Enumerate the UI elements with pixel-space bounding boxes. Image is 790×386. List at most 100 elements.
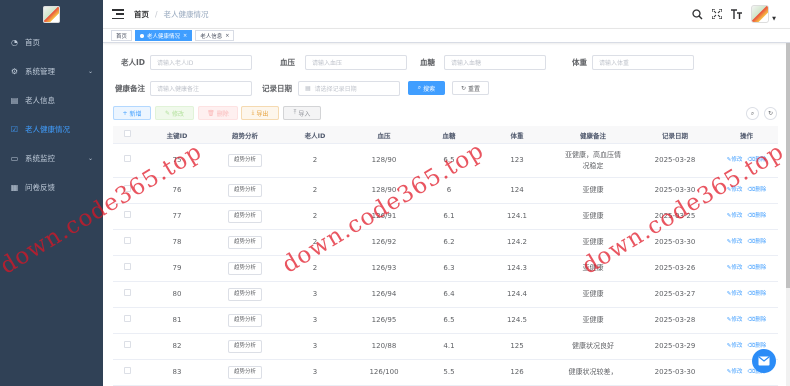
weight-input[interactable]: 请输入体重 [592, 54, 694, 70]
trend-analysis-button[interactable]: 趋势分析 [227, 313, 262, 328]
trend-analysis-button[interactable]: 趋势分析 [227, 287, 262, 302]
tag-elder-info[interactable]: 老人信息 × [195, 30, 235, 41]
column-header[interactable]: 操作 [715, 130, 778, 140]
logo[interactable] [43, 5, 60, 23]
column-header[interactable]: 体重 [483, 130, 551, 140]
row-checkbox[interactable] [123, 341, 131, 349]
elder-id-input[interactable]: 请输入老人ID [150, 54, 252, 70]
trend-analysis-button[interactable]: 趋势分析 [227, 339, 262, 354]
avatar[interactable] [751, 5, 770, 23]
trend-analysis-button[interactable]: 趋势分析 [227, 235, 262, 250]
sidebar-item[interactable]: ☑ 老人健康情况 [0, 115, 103, 144]
table-row[interactable]: 75 趋势分析 2 128/90 6.5 123 亚健康，高血压情况稳定 2025-03-28… [113, 144, 778, 178]
sugar-cell: 6.1 [443, 212, 455, 221]
add-button[interactable]: + 新增 [113, 106, 151, 120]
elder-id-cell: 2 [312, 264, 318, 273]
trend-analysis-button[interactable]: 趋势分析 [227, 365, 262, 380]
row-edit-link[interactable]: ✎修改 [727, 343, 743, 351]
row-delete-link[interactable]: ⌫删除 [747, 157, 766, 165]
caret-down-icon[interactable]: ▼ [772, 16, 776, 22]
sidebar-item[interactable]: ▤ 老人信息 [0, 86, 103, 115]
row-edit-link[interactable]: ✎修改 [727, 213, 743, 221]
row-edit-link[interactable]: ✎修改 [727, 239, 743, 247]
toggle-search-button[interactable]: ⌕ [746, 107, 759, 120]
elder-id-cell: 2 [312, 156, 318, 165]
sidebar-item[interactable]: ▦ 问卷反馈 [0, 173, 103, 202]
grid-icon: ▦ [10, 183, 19, 192]
date-input[interactable]: ▦ 请选择记录日期 [298, 80, 400, 96]
row-delete-link[interactable]: ⌫删除 [747, 213, 766, 221]
row-edit-label: 修改 [731, 186, 743, 193]
sidebar-item[interactable]: ◔ 首页 [0, 28, 103, 57]
tag-home[interactable]: 首页 [111, 30, 133, 41]
row-edit-link[interactable]: ✎修改 [727, 157, 743, 165]
sidebar-item[interactable]: ⚙ 系统管理 ⌄ [0, 57, 103, 86]
column-header[interactable]: 血压 [353, 130, 415, 140]
row-checkbox[interactable] [123, 185, 131, 193]
close-icon[interactable]: × [183, 33, 187, 39]
monitor-icon: ▭ [10, 154, 19, 163]
table-row[interactable]: 76 趋势分析 2 128/90 6 124 亚健康 2025-03-30 ✎修改 ⌫删除 [113, 178, 778, 204]
column-header[interactable]: 血糖 [415, 130, 483, 140]
search-button[interactable]: ⌕ 搜索 [408, 81, 445, 95]
edit-button[interactable]: ✎ 修改 [155, 106, 194, 120]
row-checkbox[interactable] [123, 211, 131, 219]
row-delete-link[interactable]: ⌫删除 [747, 317, 766, 325]
refresh-button[interactable]: ↻ [764, 107, 777, 120]
plus-icon: + [122, 109, 128, 117]
tag-health[interactable]: 老人健康情况 × [135, 30, 193, 41]
column-header[interactable]: 主键ID [141, 130, 213, 140]
column-header[interactable]: 老人ID [277, 130, 353, 140]
row-delete-link[interactable]: ⌫删除 [747, 291, 766, 299]
row-checkbox[interactable] [123, 237, 131, 245]
reset-button[interactable]: ↻ 重置 [452, 81, 489, 95]
row-delete-link[interactable]: ⌫删除 [747, 187, 766, 195]
chat-float-button[interactable] [752, 349, 776, 373]
row-delete-link[interactable]: ⌫删除 [747, 239, 766, 247]
fullscreen-icon[interactable] [712, 9, 723, 19]
row-edit-link[interactable]: ✎修改 [727, 265, 743, 273]
table-row[interactable]: 78 趋势分析 2 126/92 6.2 124.2 亚健康 2025-03-30 ✎修改 ⌫删除 [113, 230, 778, 256]
font-size-icon[interactable] [731, 9, 743, 19]
breadcrumb-home[interactable]: 首页 [134, 9, 149, 20]
row-delete-link[interactable]: ⌫删除 [747, 265, 766, 273]
row-edit-link[interactable]: ✎修改 [727, 317, 743, 325]
trend-analysis-button[interactable]: 趋势分析 [227, 209, 262, 224]
row-checkbox[interactable] [123, 263, 131, 271]
table-row[interactable]: 83 趋势分析 3 126/100 5.5 126 健康状况较差， 2025-03-30 ✎修改… [113, 360, 778, 386]
note-input[interactable]: 请输入健康备注 [150, 80, 252, 96]
row-checkbox[interactable] [123, 155, 131, 163]
row-edit-link[interactable]: ✎修改 [727, 187, 743, 195]
table-row[interactable]: 82 趋势分析 3 120/88 4.1 125 健康状况良好 2025-03-29 ✎修改 ⌫删… [113, 334, 778, 360]
bp-input[interactable]: 请输入血压 [305, 54, 407, 70]
table-row[interactable]: 81 趋势分析 3 126/95 6.5 124.5 亚健康 2025-03-28 ✎修改 ⌫删除 [113, 308, 778, 334]
column-header[interactable]: 健康备注 [551, 130, 635, 140]
row-edit-link[interactable]: ✎修改 [727, 291, 743, 299]
select-all-checkbox[interactable] [123, 130, 131, 137]
row-checkbox[interactable] [123, 289, 131, 297]
column-header[interactable]: 记录日期 [635, 130, 715, 140]
ops-cell: ✎修改 ⌫删除 [715, 239, 778, 247]
column-header[interactable]: 趋势分析 [213, 130, 277, 140]
trend-analysis-button[interactable]: 趋势分析 [227, 153, 262, 168]
sidebar-item[interactable]: ▭ 系统监控 ⌄ [0, 144, 103, 173]
close-icon[interactable]: × [225, 33, 229, 39]
import-button[interactable]: ⤒ 导入 [283, 106, 321, 120]
table-row[interactable]: 77 趋势分析 2 126/91 6.1 124.1 亚健康 2025-03-25 ✎修改 ⌫删除 [113, 204, 778, 230]
row-select-cell [113, 341, 141, 351]
trend-analysis-button[interactable]: 趋势分析 [227, 183, 262, 198]
trend-analysis-button[interactable]: 趋势分析 [227, 261, 262, 276]
table-row[interactable]: 79 趋势分析 2 126/93 6.3 124.3 亚健康 2025-03-26 ✎修改 ⌫删除 [113, 256, 778, 282]
sugar-input[interactable]: 请输入血糖 [444, 54, 546, 70]
export-button[interactable]: ⤓ 导出 [241, 106, 279, 120]
row-checkbox[interactable] [123, 367, 131, 375]
table-row[interactable]: 80 趋势分析 3 126/94 6.4 124.4 亚健康 2025-03-27 ✎修改 ⌫删除 [113, 282, 778, 308]
delete-button[interactable]: 🗑 删除 [198, 106, 238, 120]
scrollbar-thumb[interactable] [786, 43, 790, 288]
search-button-label: 搜索 [423, 85, 436, 93]
row-delete-label: 删除 [755, 264, 767, 271]
row-checkbox[interactable] [123, 315, 131, 323]
hamburger-icon[interactable] [112, 9, 124, 19]
row-edit-link[interactable]: ✎修改 [727, 369, 743, 377]
search-icon[interactable] [692, 8, 703, 20]
